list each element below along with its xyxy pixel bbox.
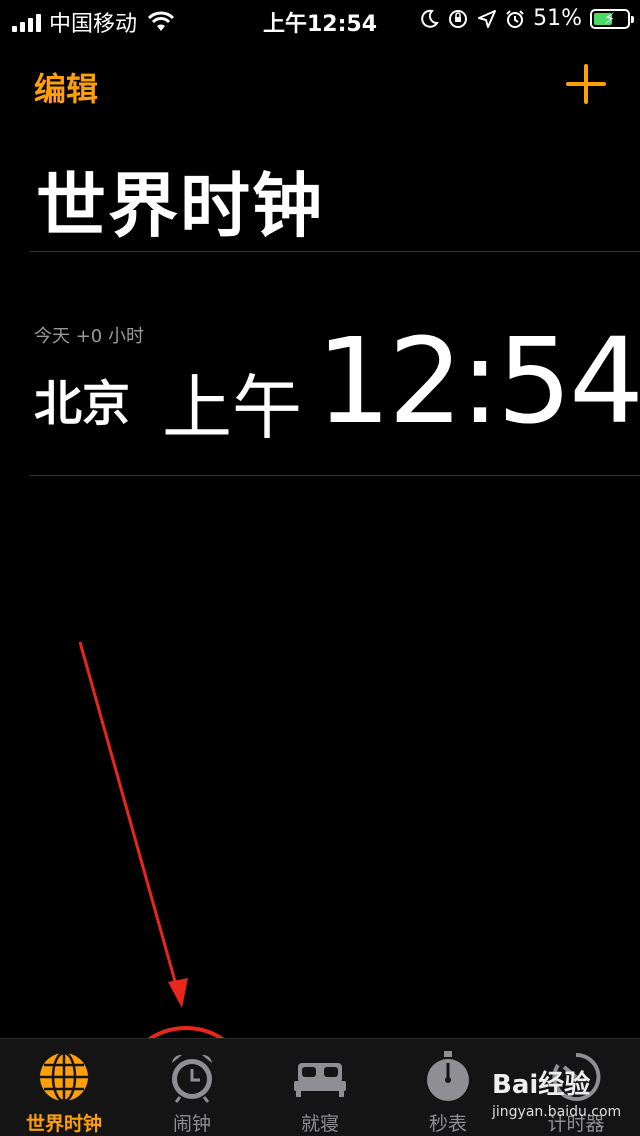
tab-label: 就寝 bbox=[300, 1113, 339, 1135]
tab-world-clock[interactable]: 世界时钟 bbox=[0, 1039, 128, 1136]
clock-city: 北京 bbox=[34, 376, 131, 432]
tab-label: 闹钟 bbox=[172, 1113, 211, 1135]
tab-label: 世界时钟 bbox=[25, 1113, 102, 1135]
clock-ampm: 上午 bbox=[162, 367, 302, 449]
status-bar: 中国移动 上午12:54 51% ⚡ bbox=[0, 0, 640, 40]
battery-icon: ⚡ bbox=[590, 8, 634, 29]
moon-icon bbox=[421, 9, 439, 28]
tab-stopwatch[interactable]: 秒表 bbox=[384, 1039, 512, 1136]
tab-alarm[interactable]: 闹钟 bbox=[128, 1039, 256, 1136]
divider bbox=[30, 475, 640, 476]
alarm-clock-icon bbox=[172, 1054, 212, 1103]
bed-icon bbox=[294, 1063, 346, 1097]
screen: 中国移动 上午12:54 51% ⚡ 编辑 世界时钟 今天 +0 小时 北京 上… bbox=[0, 0, 640, 1136]
annotation-arrow-head bbox=[168, 978, 188, 1008]
tab-bedtime[interactable]: 就寝 bbox=[256, 1039, 384, 1136]
tab-bar: 世界时钟 闹钟 就寝 秒表 计时器 bbox=[0, 1038, 640, 1136]
alarm-status-icon bbox=[506, 9, 524, 28]
annotation-arrow bbox=[78, 641, 180, 993]
clock-row[interactable]: 今天 +0 小时 北京 上午 12:54 bbox=[0, 300, 640, 470]
tab-label: 秒表 bbox=[428, 1113, 467, 1135]
globe-icon bbox=[40, 1051, 88, 1103]
page-title: 世界时钟 bbox=[36, 165, 324, 247]
edit-button[interactable]: 编辑 bbox=[34, 64, 98, 110]
orientation-lock-icon bbox=[449, 9, 468, 28]
status-right: 51% ⚡ bbox=[419, 6, 634, 31]
clock-offset: 今天 +0 小时 bbox=[34, 326, 144, 347]
battery-percent: 51% bbox=[533, 6, 582, 31]
clock-time: 12:54 bbox=[316, 312, 640, 450]
location-arrow-icon bbox=[478, 9, 497, 28]
timer-icon bbox=[552, 1052, 601, 1101]
tab-timer[interactable]: 计时器 bbox=[512, 1039, 640, 1136]
plus-icon[interactable] bbox=[566, 64, 606, 104]
stopwatch-icon bbox=[427, 1051, 469, 1101]
tab-label: 计时器 bbox=[547, 1113, 605, 1135]
divider bbox=[30, 251, 640, 252]
